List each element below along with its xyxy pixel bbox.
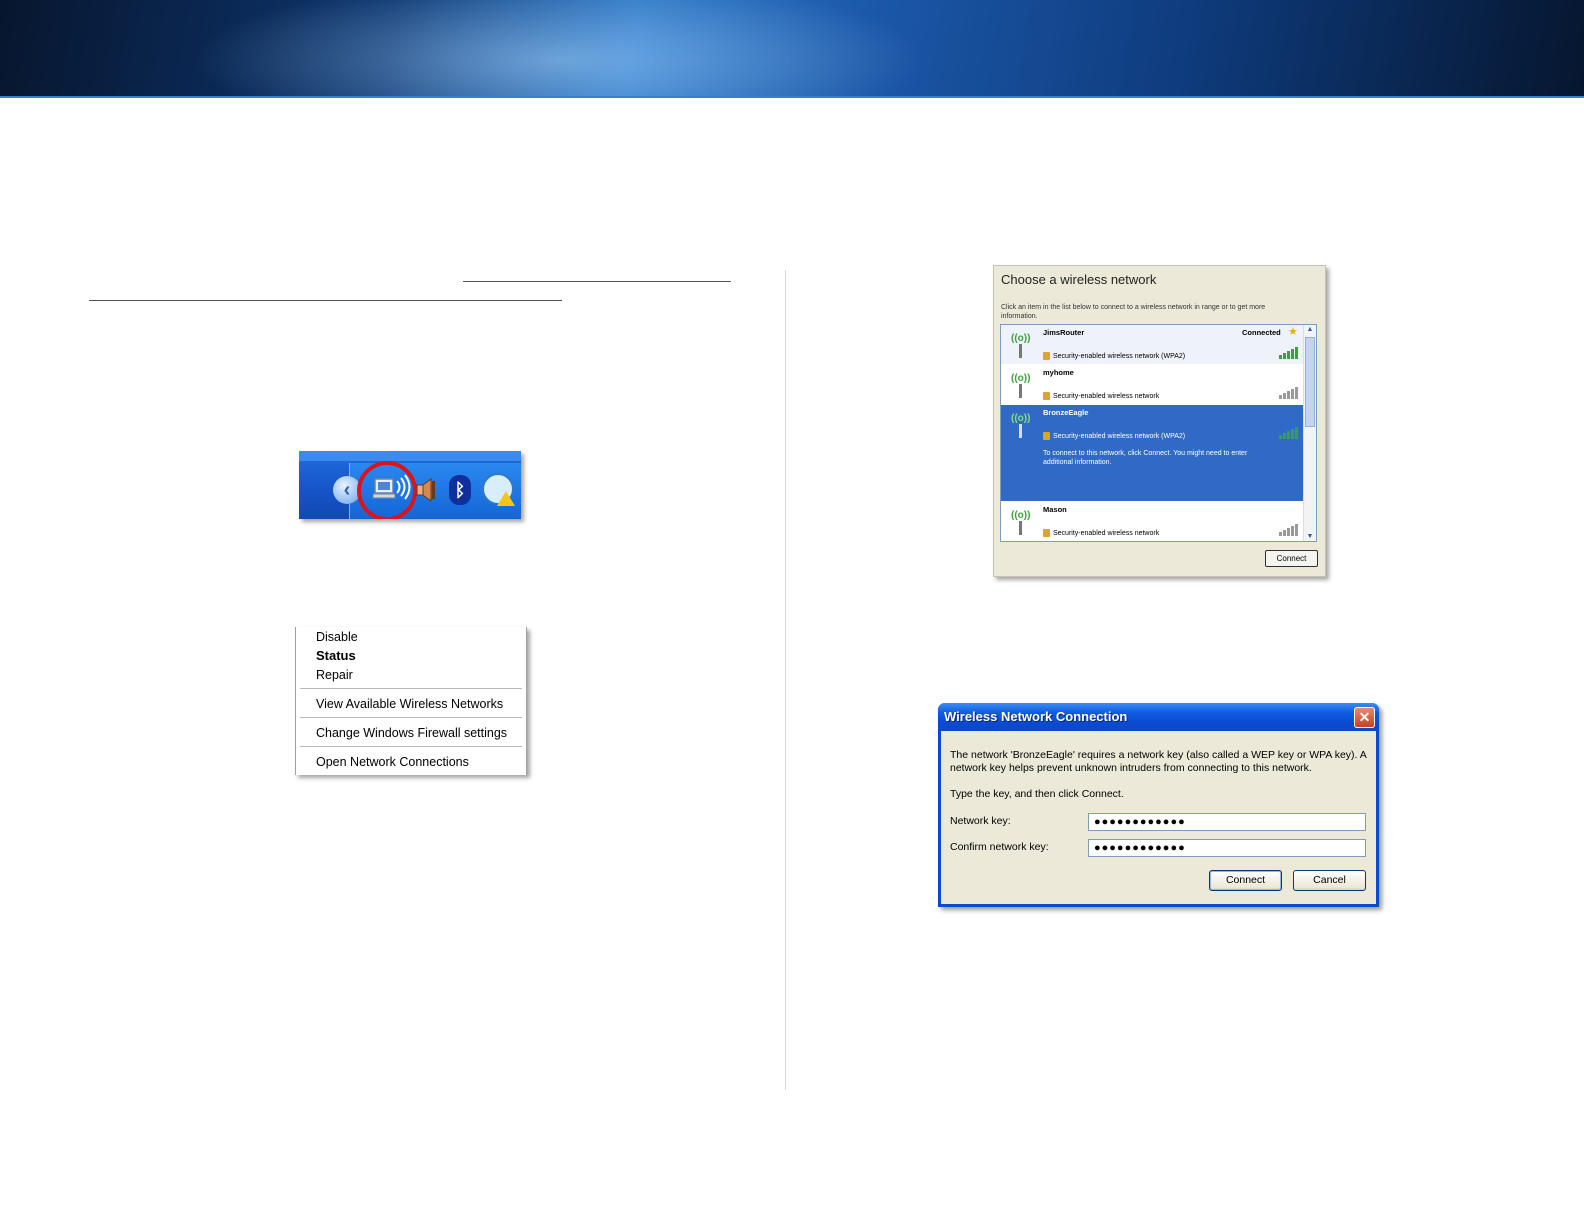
security-label: Security-enabled wireless network <box>1053 393 1160 400</box>
network-name: myhome <box>1043 368 1074 377</box>
menu-separator <box>300 688 522 689</box>
star-icon: ★ <box>1288 326 1298 338</box>
panel-title: Choose a wireless network <box>1001 272 1157 287</box>
dialog-body: The network 'BronzeEagle' requires a net… <box>941 731 1376 904</box>
network-key-label: Network key: <box>950 815 1011 827</box>
confirm-key-field[interactable]: ●●●●●●●●●●●● <box>1088 839 1366 857</box>
dialog-titlebar: Wireless Network Connection ✕ <box>938 703 1379 731</box>
connection-status: Connected <box>1242 328 1281 337</box>
dialog-message: The network 'BronzeEagle' requires a net… <box>950 749 1367 774</box>
confirm-key-label: Confirm network key: <box>950 841 1049 853</box>
network-name: JimsRouter <box>1043 328 1085 337</box>
network-item[interactable]: ((o)) JimsRouter Connected ★ Security-en… <box>1001 325 1304 364</box>
signal-strength-icon <box>1279 387 1301 399</box>
connect-button[interactable]: Connect <box>1209 870 1282 891</box>
panel-description: Click an item in the list below to conne… <box>1001 304 1266 320</box>
column-divider <box>785 270 786 1090</box>
menu-item-repair[interactable]: Repair <box>316 666 353 684</box>
dialog-instruction: Type the key, and then click Connect. <box>950 788 1124 800</box>
security-label: Security-enabled wireless network (WPA2) <box>1053 433 1186 440</box>
signal-strength-icon <box>1279 524 1301 536</box>
link-underline <box>463 281 731 282</box>
close-icon[interactable]: ✕ <box>1354 707 1375 728</box>
signal-strength-icon <box>1279 427 1301 439</box>
security-label: Security-enabled wireless network <box>1053 530 1160 537</box>
scrollbar[interactable]: ▲ ▼ <box>1303 325 1316 541</box>
network-name: BronzeEagle <box>1043 408 1089 417</box>
menu-item-disable[interactable]: Disable <box>316 628 358 646</box>
signal-strength-icon <box>1279 347 1301 359</box>
connect-button[interactable]: Connect <box>1265 550 1318 567</box>
wireless-antenna-icon: ((o)) <box>1011 413 1030 438</box>
system-tray: ‹ ᛒ <box>299 451 521 519</box>
taskbar-edge <box>299 451 521 461</box>
connect-hint: To connect to this network, click Connec… <box>1043 450 1248 466</box>
network-key-field[interactable]: ●●●●●●●●●●●● <box>1088 813 1366 831</box>
wireless-antenna-icon: ((o)) <box>1011 373 1030 398</box>
menu-separator <box>300 746 522 747</box>
network-list[interactable]: ((o)) JimsRouter Connected ★ Security-en… <box>1000 324 1317 542</box>
menu-separator <box>300 717 522 718</box>
warning-icon <box>497 491 515 506</box>
lock-icon <box>1043 392 1050 400</box>
security-label: Security-enabled wireless network (WPA2) <box>1053 353 1186 360</box>
context-menu: Disable Status Repair View Available Wir… <box>295 627 527 775</box>
wireless-antenna-icon: ((o)) <box>1011 333 1030 358</box>
lock-icon <box>1043 432 1050 440</box>
network-warning-icon[interactable] <box>482 473 515 506</box>
bluetooth-icon[interactable]: ᛒ <box>449 475 471 505</box>
scroll-up-icon[interactable]: ▲ <box>1304 326 1316 333</box>
network-item[interactable]: ((o)) Mason Security-enabled wireless ne… <box>1001 502 1304 541</box>
menu-item-firewall-settings[interactable]: Change Windows Firewall settings <box>316 724 507 742</box>
wireless-network-panel: Choose a wireless network Click an item … <box>993 265 1326 577</box>
network-name: Mason <box>1043 505 1067 514</box>
network-item-selected[interactable]: ((o)) BronzeEagle Security-enabled wirel… <box>1001 405 1304 501</box>
menu-item-open-network-connections[interactable]: Open Network Connections <box>316 753 469 771</box>
lock-icon <box>1043 352 1050 360</box>
lock-icon <box>1043 529 1050 537</box>
scroll-down-icon[interactable]: ▼ <box>1304 533 1316 540</box>
link-underline <box>89 300 562 301</box>
highlight-circle <box>357 461 417 519</box>
menu-item-view-wireless-networks[interactable]: View Available Wireless Networks <box>316 695 503 713</box>
cancel-button[interactable]: Cancel <box>1293 870 1366 891</box>
scroll-thumb[interactable] <box>1305 337 1315 427</box>
wireless-antenna-icon: ((o)) <box>1011 510 1030 535</box>
dialog-title: Wireless Network Connection <box>944 709 1128 724</box>
header-banner <box>0 0 1584 98</box>
network-item[interactable]: ((o)) myhome Security-enabled wireless n… <box>1001 365 1304 404</box>
network-key-dialog: Wireless Network Connection ✕ The networ… <box>938 703 1379 907</box>
menu-item-status[interactable]: Status <box>316 647 356 665</box>
volume-icon[interactable] <box>415 477 437 503</box>
